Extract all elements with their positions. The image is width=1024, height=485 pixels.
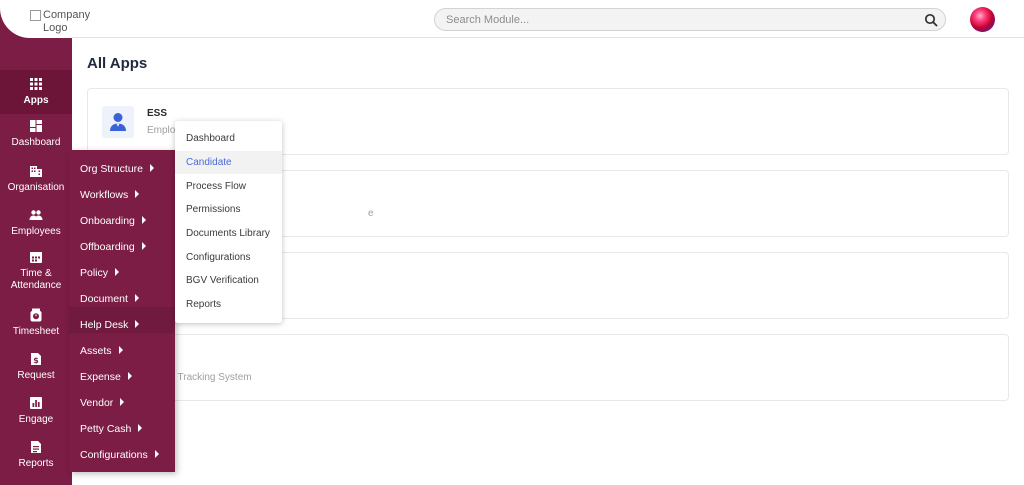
submenu-item-configurations[interactable]: Configurations [175, 246, 282, 269]
menu-item-offboarding[interactable]: Offboarding [80, 241, 146, 254]
sidebar-item-label: Apps [23, 95, 49, 106]
sidebar-item-engage[interactable]: Engage [0, 396, 72, 436]
sidebar-item-time-attendance[interactable]: Time & Attendance [0, 250, 72, 300]
app-icon-box [102, 106, 134, 138]
caret-right-icon [141, 216, 146, 224]
search-bar[interactable] [434, 8, 946, 31]
timer-icon [30, 308, 42, 322]
app-card-title: ESS [147, 108, 168, 119]
sidebar-item-organisation[interactable]: Organisation [0, 164, 72, 204]
company-logo[interactable]: Company Logo [30, 9, 90, 37]
submenu-item-reports[interactable]: Reports [175, 293, 282, 316]
menu-item-org-structure[interactable]: Org Structure [80, 163, 155, 176]
caret-right-icon [150, 164, 155, 172]
submenu-item-dashboard[interactable]: Dashboard [175, 127, 282, 150]
svg-text:$: $ [33, 356, 39, 365]
menu-item-expense[interactable]: Expense [80, 371, 132, 384]
dashboard-icon [30, 120, 42, 132]
sidebar-item-label: Employees [11, 226, 61, 237]
caret-right-icon [118, 346, 123, 354]
sidebar-item-label: Dashboard [11, 137, 61, 148]
menu-item-configurations[interactable]: Configurations [80, 449, 159, 462]
sidebar-item-apps[interactable]: Apps [0, 70, 72, 114]
caret-right-icon [141, 242, 146, 250]
calendar-icon [30, 252, 42, 263]
menu-item-workflows[interactable]: Workflows [80, 189, 140, 202]
sidebar-item-label: Time & [20, 268, 52, 279]
menu-item-assets[interactable]: Assets [80, 345, 123, 358]
grid-icon [30, 78, 42, 90]
sidebar-item-request[interactable]: $ Request [0, 352, 72, 392]
sidebar: Apps Dashboard Organisation Employees Ti… [0, 38, 72, 485]
sidebar-item-label: Reports [18, 458, 54, 469]
menu-item-onboarding[interactable]: Onboarding [80, 215, 146, 228]
caret-right-icon [115, 268, 120, 276]
sidebar-item-reports[interactable]: Reports [0, 440, 72, 480]
sidebar-item-timesheet[interactable]: Timesheet [0, 308, 72, 348]
broken-image-icon [30, 10, 41, 21]
caret-right-icon [138, 424, 143, 432]
menu-item-vendor[interactable]: Vendor [80, 397, 125, 410]
caret-right-icon [135, 320, 140, 328]
caret-right-icon [134, 294, 139, 302]
caret-right-icon [127, 372, 132, 380]
building-icon [30, 166, 42, 177]
people-icon [29, 210, 43, 220]
submenu-item-bgv-verification[interactable]: BGV Verification [175, 269, 282, 292]
org-structure-menu: Org Structure Workflows Onboarding Offbo… [69, 150, 175, 472]
bar-chart-icon [30, 397, 42, 409]
search-input[interactable] [435, 9, 905, 30]
document-icon [31, 441, 41, 453]
avatar[interactable] [970, 7, 995, 32]
sidebar-item-label: Timesheet [12, 326, 60, 337]
sidebar-item-label: Request [17, 370, 55, 381]
search-icon[interactable] [924, 13, 938, 27]
caret-right-icon [135, 190, 140, 198]
caret-right-icon [154, 450, 159, 458]
logo-alt-text: Company Logo [43, 9, 90, 34]
sidebar-item-label: Engage [18, 414, 54, 425]
sidebar-item-label: Organisation [7, 182, 65, 193]
caret-right-icon [120, 398, 125, 406]
sidebar-item-employees[interactable]: Employees [0, 208, 72, 248]
menu-item-document[interactable]: Document [80, 293, 139, 306]
sidebar-item-dashboard[interactable]: Dashboard [0, 119, 72, 159]
user-icon [110, 113, 126, 131]
page-title: All Apps [87, 55, 148, 72]
menu-item-help-desk[interactable]: Help Desk [80, 319, 140, 332]
sidebar-item-label-line2: Attendance [10, 280, 62, 291]
submenu-item-process-flow[interactable]: Process Flow [175, 175, 282, 198]
submenu-item-permissions[interactable]: Permissions [175, 198, 282, 221]
submenu-item-candidate[interactable]: Candidate [175, 150, 282, 174]
onboarding-submenu: Dashboard Candidate Process Flow Permiss… [175, 121, 282, 323]
dollar-doc-icon: $ [31, 353, 41, 365]
submenu-item-documents-library[interactable]: Documents Library [175, 222, 282, 245]
menu-item-petty-cash[interactable]: Petty Cash [80, 423, 143, 436]
menu-item-policy[interactable]: Policy [80, 267, 120, 280]
app-card-subtitle: e [368, 208, 374, 219]
app-card-4[interactable]: ant Tracking System [87, 334, 1009, 401]
